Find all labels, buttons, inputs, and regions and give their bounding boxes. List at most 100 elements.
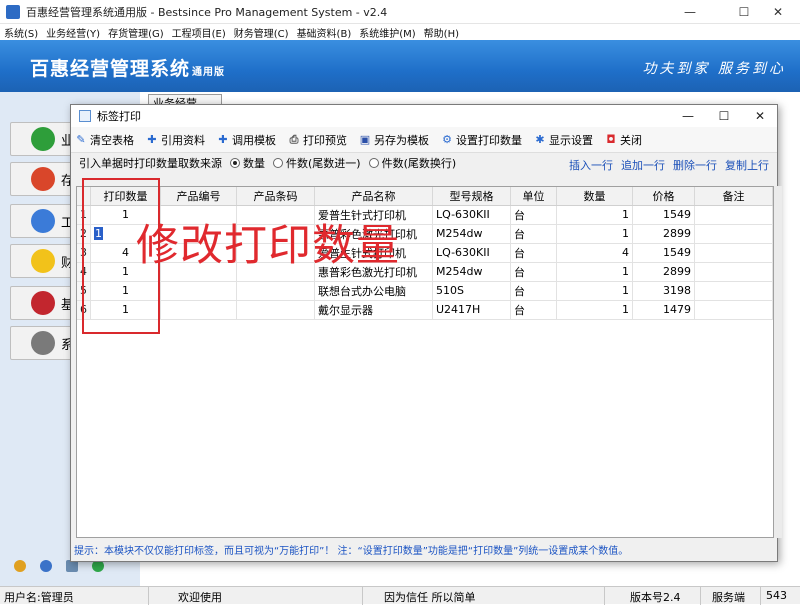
table-cell-qty[interactable]: 1 [556, 281, 633, 301]
radio-indicator [230, 158, 240, 168]
close-button[interactable]: ✕ [756, 0, 800, 24]
table-cell-unit[interactable]: 台 [510, 205, 557, 225]
table-cell-name[interactable]: 戴尔显示器 [314, 300, 433, 320]
menu-item[interactable]: 帮助(H) [424, 25, 459, 40]
table-row[interactable]: 6 1 戴尔显示器 U2417H 台 1 1479 [77, 300, 773, 320]
table-cell-model[interactable]: LQ-630KII [432, 205, 511, 225]
status-server: 服务端 [712, 591, 745, 604]
table-cell-name[interactable]: 联想台式办公电脑 [314, 281, 433, 301]
column-header[interactable]: 产品编号 [160, 187, 237, 206]
toolbar-button[interactable]: ⎙ 打印预览 [288, 132, 347, 148]
table-cell-note[interactable] [694, 243, 773, 263]
source-radio[interactable]: 数量 [230, 155, 265, 171]
status-motto: 因为信任 所以简单 [384, 591, 476, 604]
toolbar-button[interactable]: ✚ 调用模板 [217, 132, 276, 148]
table-cell-note[interactable] [694, 262, 773, 282]
menu-item[interactable]: 工程项目(E) [172, 25, 226, 40]
cycle-icon [31, 209, 55, 233]
app-banner: 百惠经营管理系统 通用版 功夫到家 服务到心 [0, 40, 800, 92]
table-cell-qty[interactable]: 4 [556, 243, 633, 263]
banner-subtitle: 通用版 [192, 67, 226, 78]
vertical-scrollbar[interactable] [774, 186, 782, 538]
row-action-link[interactable]: 复制上行 [725, 157, 769, 173]
menu-item[interactable]: 系统(S) [4, 25, 38, 40]
table-cell-unit[interactable]: 台 [510, 243, 557, 263]
printer-icon: ⎙ [289, 132, 299, 146]
menu-item[interactable]: 业务经营(Y) [46, 25, 100, 40]
toolbar-button-label: 调用模板 [232, 133, 276, 147]
radio-label: 件数(尾数换行) [381, 157, 457, 170]
toolbar-button-label: 打印预览 [303, 133, 347, 147]
table-cell-price[interactable]: 1549 [632, 243, 695, 263]
dialog-close-button[interactable]: ✕ [743, 105, 777, 127]
column-header[interactable]: 单位 [510, 187, 557, 206]
column-header[interactable]: 数量 [556, 187, 633, 206]
menu-item[interactable]: 财务管理(C) [234, 25, 289, 40]
table-cell-unit[interactable]: 台 [510, 300, 557, 320]
toolbar-button[interactable]: ◘ 关闭 [605, 132, 642, 148]
table-cell-qty[interactable]: 1 [556, 205, 633, 225]
statusbar: 用户名:管理员 欢迎使用 因为信任 所以简单 版本号2.4 服务端 543 [0, 586, 800, 605]
table-cell-price[interactable]: 1479 [632, 300, 695, 320]
table-row[interactable]: 5 1 联想台式办公电脑 510S 台 1 3198 [77, 281, 773, 301]
table-cell-code[interactable] [160, 281, 237, 301]
dialog-title: 标签打印 [97, 110, 141, 123]
key-icon[interactable] [14, 560, 26, 572]
minimize-button[interactable]: — [668, 0, 712, 24]
dialog-maximize-button[interactable]: ☐ [707, 105, 741, 127]
table-cell-qty[interactable]: 1 [556, 262, 633, 282]
book-icon [31, 291, 55, 315]
column-header[interactable]: 备注 [694, 187, 773, 206]
clock-icon[interactable] [40, 560, 52, 572]
source-radio[interactable]: 件数(尾数换行) [368, 155, 457, 171]
table-cell-code[interactable] [160, 300, 237, 320]
menu-item[interactable]: 存货管理(G) [108, 25, 164, 40]
row-action-link[interactable]: 删除一行 [673, 157, 717, 173]
column-header[interactable]: 价格 [632, 187, 695, 206]
table-cell-model[interactable]: 510S [432, 281, 511, 301]
toolbar-button[interactable]: ✚ 引用资料 [146, 132, 205, 148]
table-cell-price[interactable]: 1549 [632, 205, 695, 225]
table-cell-unit[interactable]: 台 [510, 224, 557, 244]
save-icon: ▣ [359, 132, 371, 146]
table-cell-model[interactable]: LQ-630KII [432, 243, 511, 263]
row-action-link[interactable]: 插入一行 [569, 157, 613, 173]
gear-icon [31, 331, 55, 355]
dialog-toolbar: ✎ 清空表格 ✚ 引用资料 ✚ 调用模板 ⎙ 打印预览 ▣ 另存为模板 ⚙ 设置打印数量 ✱ 显示设置 ◘ 关… [71, 127, 777, 153]
table-cell-price[interactable]: 3198 [632, 281, 695, 301]
source-label: 引入单据时打印数量取数来源 [79, 157, 222, 170]
row-action-link[interactable]: 追加一行 [621, 157, 665, 173]
table-cell-model[interactable]: M254dw [432, 224, 511, 244]
status-user: 用户名:管理员 [4, 591, 74, 604]
app-title: 百惠经营管理系统通用版 - Bestsince Pro Management S… [26, 5, 388, 19]
toolbar-button[interactable]: ⚙ 设置打印数量 [441, 132, 522, 148]
table-cell-model[interactable]: U2417H [432, 300, 511, 320]
column-header[interactable]: 产品条码 [236, 187, 315, 206]
table-cell-qty[interactable]: 1 [556, 300, 633, 320]
toolbar-button[interactable]: ▣ 另存为模板 [359, 132, 429, 148]
table-cell-note[interactable] [694, 300, 773, 320]
table-cell-note[interactable] [694, 205, 773, 225]
toolbar-button-label: 设置打印数量 [456, 133, 522, 147]
status-port: 543 [766, 589, 787, 602]
table-cell-qty[interactable]: 1 [556, 224, 633, 244]
display-icon: ✱ [535, 132, 545, 146]
table-cell-unit[interactable]: 台 [510, 281, 557, 301]
table-cell-note[interactable] [694, 224, 773, 244]
table-cell-barcode[interactable] [236, 281, 315, 301]
column-header[interactable]: 产品名称 [314, 187, 433, 206]
dialog-minimize-button[interactable]: — [671, 105, 705, 127]
menu-item[interactable]: 基础资料(B) [297, 25, 352, 40]
toolbar-button[interactable]: ✱ 显示设置 [534, 132, 593, 148]
table-cell-barcode[interactable] [236, 300, 315, 320]
table-cell-model[interactable]: M254dw [432, 262, 511, 282]
source-radio[interactable]: 件数(尾数进一) [273, 155, 361, 171]
toolbar-button[interactable]: ✎ 清空表格 [75, 132, 134, 148]
table-cell-note[interactable] [694, 281, 773, 301]
table-cell-unit[interactable]: 台 [510, 262, 557, 282]
table-cell-price[interactable]: 2899 [632, 262, 695, 282]
menu-item[interactable]: 系统维护(M) [359, 25, 415, 40]
column-header[interactable]: 型号规格 [432, 187, 511, 206]
annotation-text: 修改打印数量 [136, 221, 400, 271]
table-cell-price[interactable]: 2899 [632, 224, 695, 244]
